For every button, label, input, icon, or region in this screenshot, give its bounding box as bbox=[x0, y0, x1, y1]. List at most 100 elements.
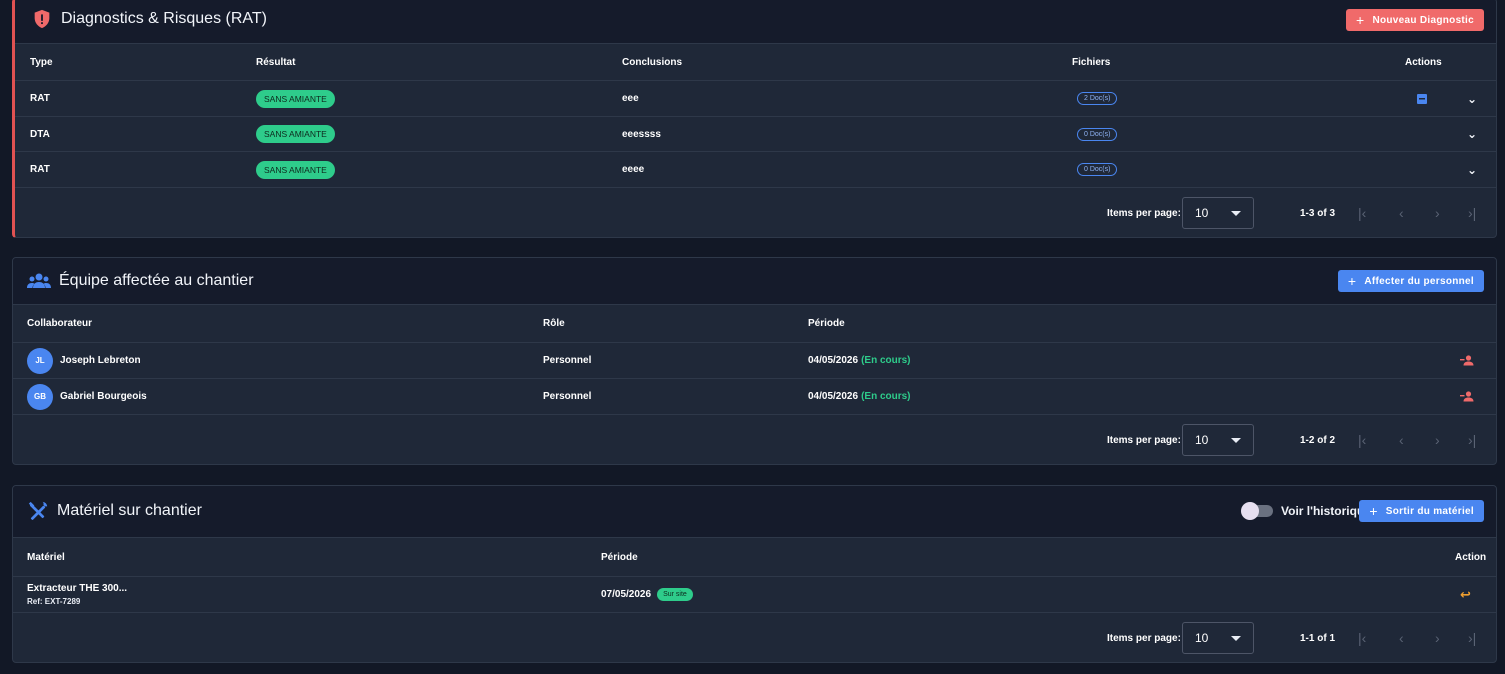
team-header: Équipe affectée au chantier + Affecter d… bbox=[13, 258, 1496, 305]
row-type: DTA bbox=[30, 128, 50, 140]
result-chip: SANS AMIANTE bbox=[256, 125, 335, 143]
toggle-knob bbox=[1241, 502, 1259, 520]
row-type: RAT bbox=[30, 164, 50, 175]
plus-icon: + bbox=[1347, 273, 1357, 289]
col-type: Type bbox=[30, 56, 53, 68]
team-card: Équipe affectée au chantier + Affecter d… bbox=[12, 257, 1497, 465]
items-per-page-value: 10 bbox=[1195, 631, 1209, 645]
col-period: Période bbox=[808, 318, 845, 329]
items-per-page-select[interactable]: 10 bbox=[1182, 622, 1254, 654]
status-text: (En cours) bbox=[861, 391, 911, 402]
row-role: Personnel bbox=[543, 391, 592, 402]
files-chip[interactable]: 0 Doc(s) bbox=[1077, 163, 1118, 176]
equipment-card: Matériel sur chantier Voir l'historique … bbox=[12, 485, 1497, 663]
plus-icon: + bbox=[1355, 12, 1365, 28]
row-type: RAT bbox=[30, 93, 50, 104]
result-chip: SANS AMIANTE bbox=[256, 89, 335, 108]
items-per-page-label: Items per page: bbox=[1107, 434, 1181, 446]
collaborator-name: Gabriel Bourgeois bbox=[60, 391, 147, 402]
new-diagnostic-label: Nouveau Diagnostic bbox=[1372, 14, 1474, 26]
table-row[interactable]: RAT SANS AMIANTE eee 2 Doc(s) ⌄ bbox=[15, 81, 1496, 117]
shield-alert-icon bbox=[34, 9, 50, 29]
first-page-icon[interactable]: |‹ bbox=[1358, 415, 1366, 464]
items-per-page-select[interactable]: 10 bbox=[1182, 197, 1254, 229]
table-row[interactable]: DTA SANS AMIANTE eeessss 0 Doc(s) ⌄ bbox=[15, 117, 1496, 152]
diagnostics-card: Diagnostics & Risques (RAT) + Nouveau Di… bbox=[12, 0, 1497, 238]
tools-icon bbox=[28, 501, 48, 520]
equipment-header: Matériel sur chantier Voir l'historique … bbox=[13, 486, 1496, 538]
new-diagnostic-button[interactable]: + Nouveau Diagnostic bbox=[1345, 9, 1484, 31]
items-per-page-select[interactable]: 10 bbox=[1182, 424, 1254, 456]
row-conclusion: eeessss bbox=[622, 128, 661, 140]
remove-person-icon[interactable] bbox=[1460, 355, 1474, 366]
items-per-page-label: Items per page: bbox=[1107, 207, 1181, 219]
col-files: Fichiers bbox=[1072, 56, 1111, 68]
prev-page-icon[interactable]: ‹ bbox=[1399, 415, 1404, 464]
first-page-icon[interactable]: |‹ bbox=[1358, 613, 1366, 662]
table-row[interactable]: Extracteur THE 300... Ref: EXT-7289 07/0… bbox=[13, 577, 1496, 613]
remove-person-icon[interactable] bbox=[1460, 391, 1474, 402]
period-date: 04/05/2026 bbox=[808, 391, 859, 402]
diagnostics-title: Diagnostics & Risques (RAT) bbox=[31, 8, 267, 30]
team-table-header: Collaborateur Rôle Période bbox=[13, 305, 1496, 343]
prev-page-icon[interactable]: ‹ bbox=[1399, 613, 1404, 662]
collaborator-name: Joseph Lebreton bbox=[60, 355, 141, 366]
period-date: 04/05/2026 bbox=[808, 355, 859, 366]
last-page-icon[interactable]: ›| bbox=[1468, 188, 1476, 237]
equipment-title: Matériel sur chantier bbox=[27, 500, 202, 522]
history-toggle-label: Voir l'historique bbox=[1281, 504, 1371, 518]
col-period: Période bbox=[601, 551, 638, 563]
last-page-icon[interactable]: ›| bbox=[1468, 415, 1476, 464]
table-row[interactable]: JL Joseph Lebreton Personnel 04/05/2026 … bbox=[13, 343, 1496, 379]
col-action: Action bbox=[1455, 551, 1487, 563]
diagnostics-table-header: Type Résultat Conclusions Fichiers Actio… bbox=[15, 44, 1496, 81]
result-chip: SANS AMIANTE bbox=[256, 160, 335, 179]
team-paginator: Items per page: 10 1-2 of 2 |‹ ‹ › ›| bbox=[13, 415, 1496, 464]
status-badge: Sur site bbox=[657, 588, 693, 601]
next-page-icon[interactable]: › bbox=[1435, 188, 1440, 237]
table-row[interactable]: RAT SANS AMIANTE eeee 0 Doc(s) ⌄ bbox=[15, 152, 1496, 188]
col-result: Résultat bbox=[256, 56, 296, 68]
history-toggle[interactable]: Voir l'historique bbox=[1241, 502, 1371, 520]
col-conclusions: Conclusions bbox=[622, 56, 683, 68]
group-icon bbox=[27, 273, 51, 288]
pdf-icon[interactable] bbox=[1417, 93, 1427, 104]
toggle-track[interactable] bbox=[1241, 502, 1273, 520]
equipment-name: Extracteur THE 300... bbox=[27, 583, 128, 594]
last-page-icon[interactable]: ›| bbox=[1468, 613, 1476, 662]
expand-chevron-icon[interactable]: ⌄ bbox=[1467, 152, 1477, 187]
page-range: 1-2 of 2 bbox=[1300, 434, 1336, 446]
table-row[interactable]: GB Gabriel Bourgeois Personnel 04/05/202… bbox=[13, 379, 1496, 415]
expand-chevron-icon[interactable]: ⌄ bbox=[1467, 81, 1477, 116]
files-chip[interactable]: 2 Doc(s) bbox=[1077, 92, 1118, 105]
col-collaborator: Collaborateur bbox=[27, 318, 93, 329]
row-conclusion: eee bbox=[622, 93, 639, 104]
dropdown-arrow-icon bbox=[1231, 437, 1241, 443]
next-page-icon[interactable]: › bbox=[1435, 613, 1440, 662]
col-actions: Actions bbox=[1405, 56, 1442, 68]
dropdown-arrow-icon bbox=[1231, 635, 1241, 641]
items-per-page-value: 10 bbox=[1195, 433, 1209, 447]
team-title: Équipe affectée au chantier bbox=[27, 271, 254, 291]
items-per-page-value: 10 bbox=[1195, 206, 1209, 220]
row-role: Personnel bbox=[543, 355, 592, 366]
checkout-equipment-button[interactable]: + Sortir du matériel bbox=[1359, 500, 1484, 522]
return-arrow-icon[interactable]: ↩ bbox=[1460, 577, 1471, 612]
equipment-title-text: Matériel sur chantier bbox=[57, 502, 202, 519]
avatar: GB bbox=[27, 383, 53, 410]
assign-staff-button[interactable]: + Affecter du personnel bbox=[1337, 270, 1484, 292]
items-per-page-label: Items per page: bbox=[1107, 632, 1181, 644]
first-page-icon[interactable]: |‹ bbox=[1358, 188, 1366, 237]
plus-icon: + bbox=[1369, 503, 1378, 519]
prev-page-icon[interactable]: ‹ bbox=[1399, 188, 1404, 237]
expand-chevron-icon[interactable]: ⌄ bbox=[1467, 117, 1477, 151]
files-chip[interactable]: 0 Doc(s) bbox=[1077, 127, 1118, 141]
equipment-paginator: Items per page: 10 1-1 of 1 |‹ ‹ › ›| bbox=[13, 613, 1496, 662]
diagnostics-header: Diagnostics & Risques (RAT) + Nouveau Di… bbox=[15, 0, 1496, 44]
diagnostics-paginator: Items per page: 10 1-3 of 3 |‹ ‹ › ›| bbox=[15, 188, 1496, 237]
dropdown-arrow-icon bbox=[1231, 210, 1241, 216]
checkout-equipment-label: Sortir du matériel bbox=[1385, 505, 1474, 517]
equipment-ref: Ref: EXT-7289 bbox=[27, 597, 81, 606]
diagnostics-title-text: Diagnostics & Risques (RAT) bbox=[61, 10, 267, 27]
next-page-icon[interactable]: › bbox=[1435, 415, 1440, 464]
